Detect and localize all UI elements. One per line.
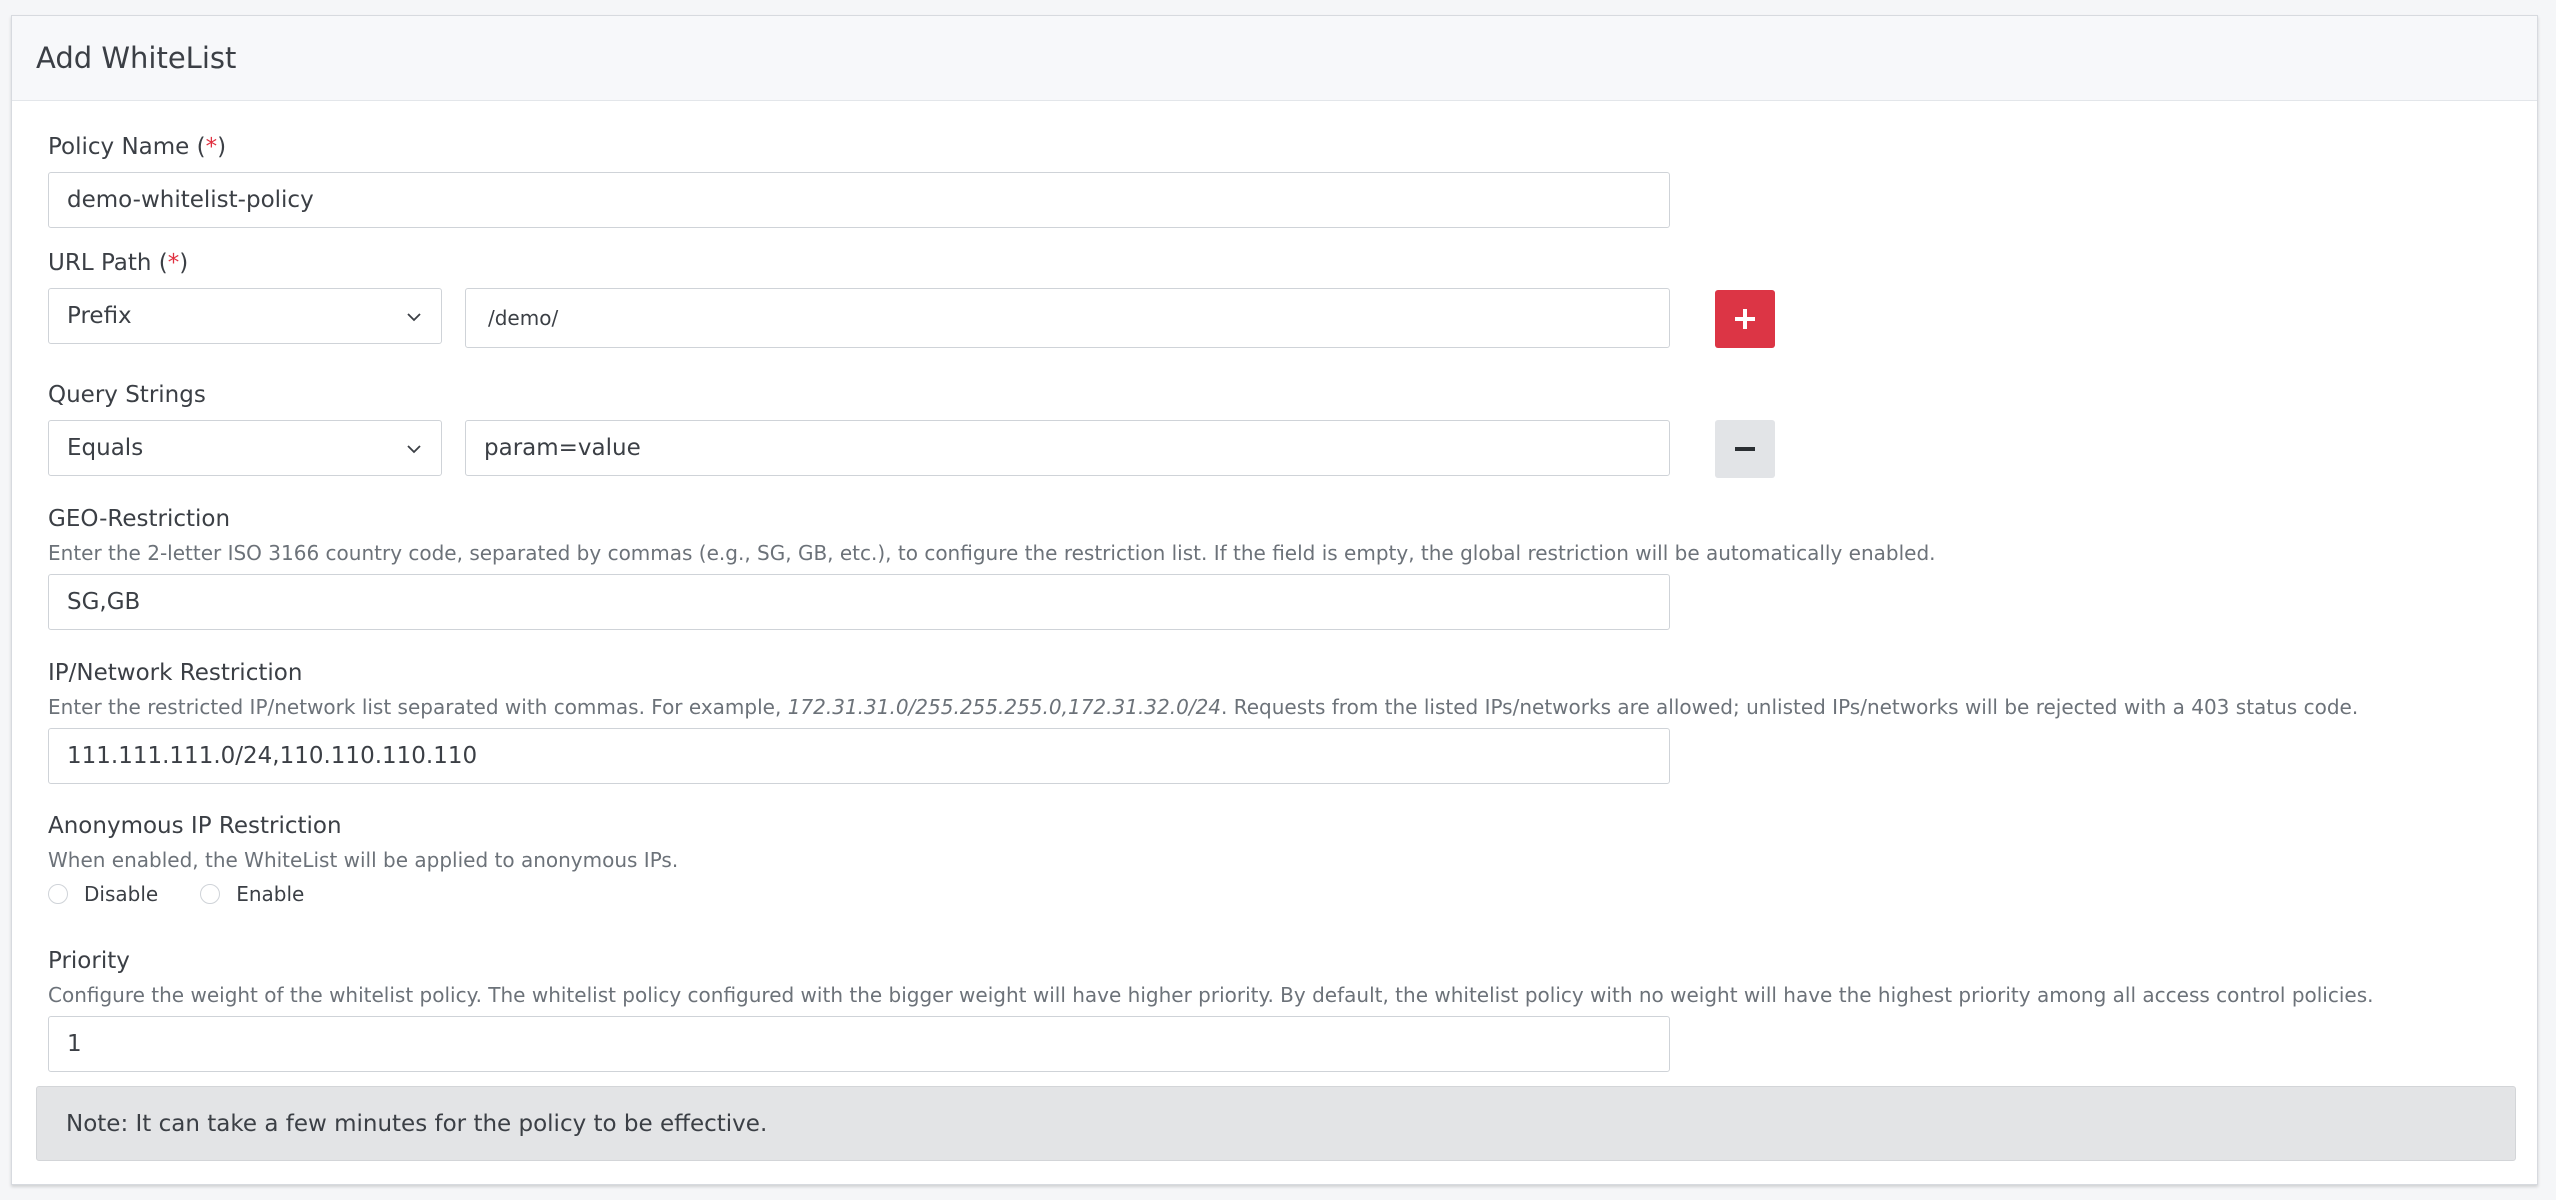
remove-query-string-button[interactable]: [1715, 420, 1775, 478]
ip-restriction-input[interactable]: [48, 728, 1670, 784]
query-strings-match-value: Equals: [67, 435, 144, 461]
query-strings-input[interactable]: [465, 420, 1670, 476]
priority-input[interactable]: [48, 1016, 1670, 1072]
ip-example-text: 172.31.31.0/255.255.255.0,172.31.32.0/24: [787, 695, 1222, 719]
priority-label: Priority: [48, 948, 130, 974]
disable-radio-label[interactable]: Disable: [84, 882, 158, 906]
disable-radio[interactable]: [48, 884, 68, 904]
geo-restriction-hint: Enter the 2-letter ISO 3166 country code…: [48, 541, 1936, 565]
ip-restriction-hint: Enter the restricted IP/network list sep…: [48, 695, 2359, 719]
query-strings-label: Query Strings: [48, 382, 206, 408]
geo-restriction-input[interactable]: [48, 574, 1670, 630]
chevron-down-icon: [407, 313, 421, 322]
required-asterisk: *: [205, 134, 218, 160]
geo-restriction-label: GEO-Restriction: [48, 506, 231, 532]
ip-restriction-label: IP/Network Restriction: [48, 660, 303, 686]
required-asterisk: *: [167, 250, 180, 276]
url-path-match-value: Prefix: [67, 303, 132, 329]
url-path-label: URL Path (*): [48, 250, 189, 276]
query-strings-match-select[interactable]: Equals: [48, 420, 442, 476]
plus-icon: [1735, 309, 1755, 329]
card-header: Add WhiteList: [12, 16, 2537, 101]
chevron-down-icon: [407, 445, 421, 454]
policy-name-input[interactable]: [48, 172, 1670, 228]
anonymous-ip-radio-group: Disable Enable: [48, 882, 304, 906]
add-url-path-button[interactable]: [1715, 290, 1775, 348]
enable-radio[interactable]: [200, 884, 221, 904]
minus-icon: [1735, 447, 1755, 451]
note-banner: Note: It can take a few minutes for the …: [36, 1086, 2516, 1161]
url-path-match-select[interactable]: Prefix: [48, 288, 442, 344]
anonymous-ip-hint: When enabled, the WhiteList will be appl…: [48, 848, 679, 872]
anonymous-ip-label: Anonymous IP Restriction: [48, 813, 342, 839]
enable-radio-label[interactable]: Enable: [236, 882, 304, 906]
add-whitelist-card: Add WhiteList Policy Name (*) URL Path (…: [11, 15, 2538, 1185]
priority-hint: Configure the weight of the whitelist po…: [48, 983, 2374, 1007]
page-title: Add WhiteList: [36, 41, 237, 75]
url-path-input[interactable]: [465, 288, 1670, 348]
policy-name-label: Policy Name (*): [48, 134, 227, 160]
